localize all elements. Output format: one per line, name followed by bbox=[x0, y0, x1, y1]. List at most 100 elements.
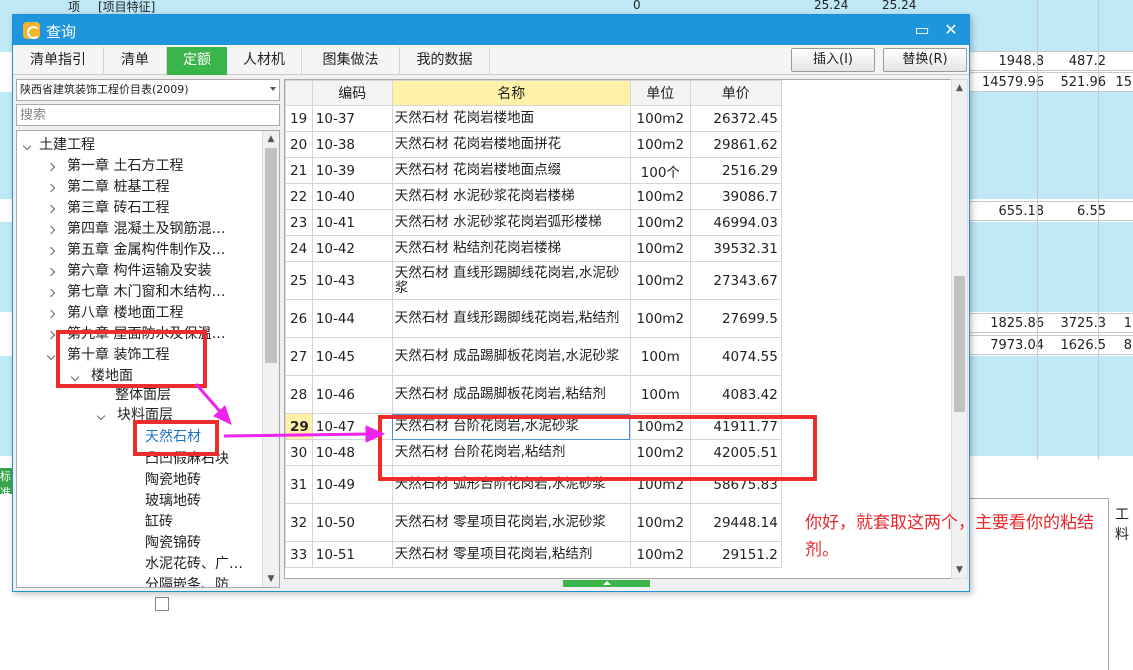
expand-icon[interactable] bbox=[45, 282, 57, 302]
table-row[interactable]: 26 10-44 天然石材 直线形踢脚线花岗岩,粘结剂 100m2 27699.… bbox=[285, 299, 782, 338]
row-code: 10-37 bbox=[311, 105, 393, 132]
row-unit: 100m2 bbox=[629, 105, 691, 132]
header-price[interactable]: 单价 bbox=[689, 80, 782, 106]
collapse-icon[interactable] bbox=[21, 135, 33, 155]
table-row[interactable]: 33 10-51 天然石材 零星项目花岗岩,粘结剂 100m2 29151.2 bbox=[285, 541, 782, 568]
tree-label: 第二章 桩基工程 bbox=[67, 179, 170, 195]
row-price: 29151.2 bbox=[689, 541, 782, 568]
bg-table-row[interactable]: 7973.04 1626.5 8 bbox=[970, 335, 1133, 355]
scroll-up-icon[interactable]: ▲ bbox=[952, 80, 967, 96]
table-row[interactable]: 19 10-37 天然石材 花岗岩楼地面 100m2 26372.45 bbox=[285, 105, 782, 132]
row-index: 22 bbox=[285, 183, 313, 210]
header-unit[interactable]: 单位 bbox=[629, 80, 691, 106]
bg-cell: 655.18 bbox=[998, 204, 1045, 219]
row-price: 39086.7 bbox=[689, 183, 782, 210]
tab-atlas-method[interactable]: 图集做法 bbox=[302, 47, 400, 75]
expand-icon[interactable] bbox=[45, 240, 57, 260]
row-price: 46994.03 bbox=[689, 209, 782, 236]
tree-label: 整体面层 bbox=[115, 387, 171, 403]
tree-label: 第一章 土石方工程 bbox=[67, 158, 184, 174]
scroll-up-icon[interactable]: ▲ bbox=[263, 131, 279, 147]
expand-icon[interactable] bbox=[45, 177, 57, 197]
bg-table-row[interactable]: 14579.96 521.96 15 bbox=[970, 72, 1133, 92]
row-unit: 100m2 bbox=[629, 541, 691, 568]
row-unit: 100m2 bbox=[629, 131, 691, 158]
bg-cell: 1 bbox=[1123, 316, 1132, 331]
minimize-button[interactable]: ▭ bbox=[911, 19, 933, 41]
table-row[interactable]: 32 10-50 天然石材 零星项目花岗岩,水泥砂浆 100m2 29448.1… bbox=[285, 503, 782, 542]
dialog-titlebar[interactable]: 查询 ▭ ✕ bbox=[13, 15, 969, 45]
grid-scrollbar[interactable]: ▲ ▼ bbox=[951, 79, 968, 579]
row-price: 29861.62 bbox=[689, 131, 782, 158]
table-row[interactable]: 25 10-43 天然石材 直线形踢脚线花岗岩,水泥砂浆 100m2 27343… bbox=[285, 261, 782, 300]
row-name: 天然石材 花岗岩楼地面点缀 bbox=[391, 157, 631, 184]
table-row[interactable]: 20 10-38 天然石材 花岗岩楼地面拼花 100m2 29861.62 bbox=[285, 131, 782, 158]
expand-icon[interactable] bbox=[45, 156, 57, 176]
bg-table-row[interactable]: 1948.8 487.2 bbox=[970, 51, 1133, 71]
expand-icon[interactable] bbox=[45, 303, 57, 323]
row-name: 天然石材 直线形踢脚线花岗岩,水泥砂浆 bbox=[391, 261, 631, 300]
row-code: 10-41 bbox=[311, 209, 393, 236]
bg-table-row[interactable]: 655.18 6.55 bbox=[970, 201, 1133, 221]
row-code: 10-46 bbox=[311, 375, 393, 414]
scroll-thumb[interactable] bbox=[265, 148, 277, 363]
background-top-row: 项 [项目特征] 0 25.24 25.24 bbox=[0, 0, 1133, 14]
tab-bill[interactable]: 清单 bbox=[104, 47, 167, 75]
row-price: 26372.45 bbox=[689, 105, 782, 132]
search-input[interactable] bbox=[16, 104, 280, 126]
table-row[interactable]: 23 10-41 天然石材 水泥砂浆花岗岩弧形楼梯 100m2 46994.03 bbox=[285, 209, 782, 236]
row-code: 10-44 bbox=[311, 299, 393, 338]
table-row[interactable]: 21 10-39 天然石材 花岗岩楼地面点缀 100个 2516.29 bbox=[285, 157, 782, 184]
row-code: 10-39 bbox=[311, 157, 393, 184]
replace-button[interactable]: 替换(R) bbox=[883, 48, 967, 72]
row-code: 10-50 bbox=[311, 503, 393, 542]
panel-splitter-grip[interactable] bbox=[563, 580, 650, 587]
header-code[interactable]: 编码 bbox=[311, 80, 393, 106]
insert-button[interactable]: 插入(I) bbox=[791, 48, 875, 72]
tab-labor-material[interactable]: 人材机 bbox=[227, 47, 302, 75]
expand-icon[interactable] bbox=[45, 261, 57, 281]
table-row[interactable]: 28 10-46 天然石材 成品踢脚板花岗岩,粘结剂 100m 4083.42 bbox=[285, 375, 782, 414]
bg-cell: 25.24 bbox=[814, 0, 849, 12]
tab-quota[interactable]: 定额 bbox=[167, 47, 227, 75]
table-row[interactable]: 22 10-40 天然石材 水泥砂浆花岗岩楼梯 100m2 39086.7 bbox=[285, 183, 782, 210]
query-dialog: 查询 ▭ ✕ 清单指引 清单 定额 人材机 图集做法 我的数据 插入(I) 替换… bbox=[12, 14, 970, 592]
tree-scrollbar[interactable]: ▲ ▼ bbox=[262, 131, 279, 587]
header-name[interactable]: 名称 bbox=[391, 80, 631, 106]
scroll-down-icon[interactable]: ▼ bbox=[263, 571, 279, 587]
tree-label: 第三章 砖石工程 bbox=[67, 200, 170, 216]
row-unit: 100m2 bbox=[629, 235, 691, 262]
tree-label: 缸砖 bbox=[145, 514, 173, 530]
row-code: 10-45 bbox=[311, 337, 393, 376]
collapse-icon[interactable] bbox=[95, 405, 107, 425]
row-index: 27 bbox=[285, 337, 313, 376]
bg-table-row[interactable]: 1825.86 3725.3 1 bbox=[970, 313, 1133, 333]
row-name: 天然石材 水泥砂浆花岗岩弧形楼梯 bbox=[391, 209, 631, 236]
row-name: 天然石材 零星项目花岗岩,粘结剂 bbox=[391, 541, 631, 568]
tab-bill-guide[interactable]: 清单指引 bbox=[13, 47, 104, 75]
table-row[interactable]: 24 10-42 天然石材 粘结剂花岗岩楼梯 100m2 39532.31 bbox=[285, 235, 782, 262]
row-index: 26 bbox=[285, 299, 313, 338]
expand-icon[interactable] bbox=[45, 198, 57, 218]
bg-cell: 8 bbox=[1123, 338, 1132, 353]
close-button[interactable]: ✕ bbox=[940, 19, 962, 41]
row-name: 天然石材 直线形踢脚线花岗岩,粘结剂 bbox=[391, 299, 631, 338]
bg-checkbox[interactable] bbox=[155, 597, 169, 611]
tree-label: 陶瓷锦砖 bbox=[145, 535, 201, 551]
table-row[interactable]: 27 10-45 天然石材 成品踢脚板花岗岩,水泥砂浆 100m 4074.55 bbox=[285, 337, 782, 376]
row-price: 27699.5 bbox=[689, 299, 782, 338]
bg-cell: 25.24 bbox=[882, 0, 917, 12]
expand-icon[interactable] bbox=[45, 219, 57, 239]
dialog-title: 查询 bbox=[46, 23, 77, 41]
row-code: 10-40 bbox=[311, 183, 393, 210]
scroll-down-icon[interactable]: ▼ bbox=[952, 562, 967, 578]
scroll-thumb[interactable] bbox=[954, 276, 965, 412]
library-select[interactable]: 陕西省建筑装饰工程价目表(2009) bbox=[16, 79, 280, 101]
row-index: 33 bbox=[285, 541, 313, 568]
row-index: 20 bbox=[285, 131, 313, 158]
library-select-value: 陕西省建筑装饰工程价目表(2009) bbox=[20, 83, 189, 96]
tab-my-data[interactable]: 我的数据 bbox=[400, 47, 490, 75]
bg-cell: 14579.96 bbox=[981, 75, 1044, 90]
annotation-box-rows bbox=[378, 415, 817, 481]
row-code: 10-51 bbox=[311, 541, 393, 568]
